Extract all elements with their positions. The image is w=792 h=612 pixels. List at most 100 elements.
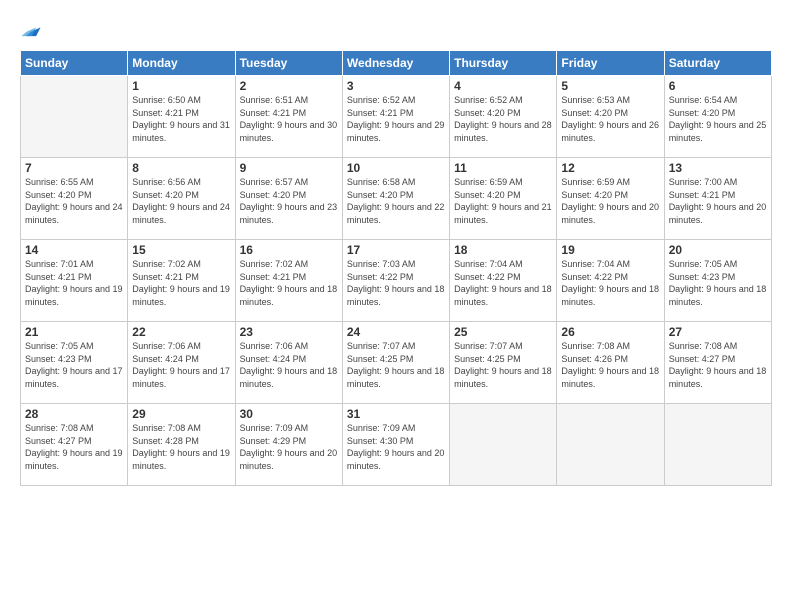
day-number: 6 bbox=[669, 79, 767, 93]
weekday-header-tuesday: Tuesday bbox=[235, 51, 342, 76]
day-info: Sunrise: 7:08 AMSunset: 4:26 PMDaylight:… bbox=[561, 340, 659, 390]
day-cell-19: 19Sunrise: 7:04 AMSunset: 4:22 PMDayligh… bbox=[557, 240, 664, 322]
day-cell-11: 11Sunrise: 6:59 AMSunset: 4:20 PMDayligh… bbox=[450, 158, 557, 240]
day-cell-28: 28Sunrise: 7:08 AMSunset: 4:27 PMDayligh… bbox=[21, 404, 128, 486]
day-number: 23 bbox=[240, 325, 338, 339]
day-number: 25 bbox=[454, 325, 552, 339]
day-number: 7 bbox=[25, 161, 123, 175]
day-info: Sunrise: 7:06 AMSunset: 4:24 PMDaylight:… bbox=[240, 340, 338, 390]
week-row-3: 14Sunrise: 7:01 AMSunset: 4:21 PMDayligh… bbox=[21, 240, 772, 322]
day-info: Sunrise: 6:54 AMSunset: 4:20 PMDaylight:… bbox=[669, 94, 767, 144]
day-number: 26 bbox=[561, 325, 659, 339]
day-cell-13: 13Sunrise: 7:00 AMSunset: 4:21 PMDayligh… bbox=[664, 158, 771, 240]
day-info: Sunrise: 6:56 AMSunset: 4:20 PMDaylight:… bbox=[132, 176, 230, 226]
week-row-2: 7Sunrise: 6:55 AMSunset: 4:20 PMDaylight… bbox=[21, 158, 772, 240]
day-number: 16 bbox=[240, 243, 338, 257]
day-info: Sunrise: 7:02 AMSunset: 4:21 PMDaylight:… bbox=[240, 258, 338, 308]
day-info: Sunrise: 7:08 AMSunset: 4:28 PMDaylight:… bbox=[132, 422, 230, 472]
day-cell-3: 3Sunrise: 6:52 AMSunset: 4:21 PMDaylight… bbox=[342, 76, 449, 158]
day-cell-15: 15Sunrise: 7:02 AMSunset: 4:21 PMDayligh… bbox=[128, 240, 235, 322]
weekday-header-monday: Monday bbox=[128, 51, 235, 76]
day-number: 20 bbox=[669, 243, 767, 257]
day-info: Sunrise: 7:08 AMSunset: 4:27 PMDaylight:… bbox=[669, 340, 767, 390]
day-cell-6: 6Sunrise: 6:54 AMSunset: 4:20 PMDaylight… bbox=[664, 76, 771, 158]
day-cell-12: 12Sunrise: 6:59 AMSunset: 4:20 PMDayligh… bbox=[557, 158, 664, 240]
day-info: Sunrise: 7:01 AMSunset: 4:21 PMDaylight:… bbox=[25, 258, 123, 308]
day-cell-24: 24Sunrise: 7:07 AMSunset: 4:25 PMDayligh… bbox=[342, 322, 449, 404]
day-number: 29 bbox=[132, 407, 230, 421]
day-cell-7: 7Sunrise: 6:55 AMSunset: 4:20 PMDaylight… bbox=[21, 158, 128, 240]
day-cell-4: 4Sunrise: 6:52 AMSunset: 4:20 PMDaylight… bbox=[450, 76, 557, 158]
day-cell-27: 27Sunrise: 7:08 AMSunset: 4:27 PMDayligh… bbox=[664, 322, 771, 404]
day-number: 21 bbox=[25, 325, 123, 339]
weekday-header-saturday: Saturday bbox=[664, 51, 771, 76]
day-number: 22 bbox=[132, 325, 230, 339]
day-number: 28 bbox=[25, 407, 123, 421]
empty-cell bbox=[664, 404, 771, 486]
day-number: 27 bbox=[669, 325, 767, 339]
day-cell-10: 10Sunrise: 6:58 AMSunset: 4:20 PMDayligh… bbox=[342, 158, 449, 240]
day-info: Sunrise: 6:59 AMSunset: 4:20 PMDaylight:… bbox=[454, 176, 552, 226]
day-info: Sunrise: 6:52 AMSunset: 4:21 PMDaylight:… bbox=[347, 94, 445, 144]
empty-cell bbox=[21, 76, 128, 158]
day-info: Sunrise: 6:55 AMSunset: 4:20 PMDaylight:… bbox=[25, 176, 123, 226]
logo-icon bbox=[20, 20, 42, 42]
day-info: Sunrise: 6:51 AMSunset: 4:21 PMDaylight:… bbox=[240, 94, 338, 144]
header bbox=[20, 18, 772, 42]
week-row-1: 1Sunrise: 6:50 AMSunset: 4:21 PMDaylight… bbox=[21, 76, 772, 158]
weekday-header-wednesday: Wednesday bbox=[342, 51, 449, 76]
day-number: 13 bbox=[669, 161, 767, 175]
day-number: 3 bbox=[347, 79, 445, 93]
weekday-header-friday: Friday bbox=[557, 51, 664, 76]
day-number: 9 bbox=[240, 161, 338, 175]
day-cell-5: 5Sunrise: 6:53 AMSunset: 4:20 PMDaylight… bbox=[557, 76, 664, 158]
day-number: 4 bbox=[454, 79, 552, 93]
day-number: 11 bbox=[454, 161, 552, 175]
calendar: SundayMondayTuesdayWednesdayThursdayFrid… bbox=[20, 50, 772, 486]
day-cell-26: 26Sunrise: 7:08 AMSunset: 4:26 PMDayligh… bbox=[557, 322, 664, 404]
day-info: Sunrise: 7:00 AMSunset: 4:21 PMDaylight:… bbox=[669, 176, 767, 226]
day-info: Sunrise: 6:57 AMSunset: 4:20 PMDaylight:… bbox=[240, 176, 338, 226]
day-info: Sunrise: 7:07 AMSunset: 4:25 PMDaylight:… bbox=[347, 340, 445, 390]
day-info: Sunrise: 6:50 AMSunset: 4:21 PMDaylight:… bbox=[132, 94, 230, 144]
week-row-5: 28Sunrise: 7:08 AMSunset: 4:27 PMDayligh… bbox=[21, 404, 772, 486]
day-info: Sunrise: 7:09 AMSunset: 4:30 PMDaylight:… bbox=[347, 422, 445, 472]
day-info: Sunrise: 6:52 AMSunset: 4:20 PMDaylight:… bbox=[454, 94, 552, 144]
page: SundayMondayTuesdayWednesdayThursdayFrid… bbox=[0, 0, 792, 612]
day-number: 12 bbox=[561, 161, 659, 175]
day-number: 30 bbox=[240, 407, 338, 421]
day-info: Sunrise: 7:08 AMSunset: 4:27 PMDaylight:… bbox=[25, 422, 123, 472]
day-number: 17 bbox=[347, 243, 445, 257]
weekday-header-thursday: Thursday bbox=[450, 51, 557, 76]
day-cell-1: 1Sunrise: 6:50 AMSunset: 4:21 PMDaylight… bbox=[128, 76, 235, 158]
day-cell-21: 21Sunrise: 7:05 AMSunset: 4:23 PMDayligh… bbox=[21, 322, 128, 404]
day-info: Sunrise: 7:09 AMSunset: 4:29 PMDaylight:… bbox=[240, 422, 338, 472]
week-row-4: 21Sunrise: 7:05 AMSunset: 4:23 PMDayligh… bbox=[21, 322, 772, 404]
day-info: Sunrise: 7:02 AMSunset: 4:21 PMDaylight:… bbox=[132, 258, 230, 308]
day-cell-22: 22Sunrise: 7:06 AMSunset: 4:24 PMDayligh… bbox=[128, 322, 235, 404]
empty-cell bbox=[557, 404, 664, 486]
day-info: Sunrise: 6:59 AMSunset: 4:20 PMDaylight:… bbox=[561, 176, 659, 226]
day-number: 15 bbox=[132, 243, 230, 257]
day-cell-29: 29Sunrise: 7:08 AMSunset: 4:28 PMDayligh… bbox=[128, 404, 235, 486]
day-number: 10 bbox=[347, 161, 445, 175]
day-info: Sunrise: 7:04 AMSunset: 4:22 PMDaylight:… bbox=[454, 258, 552, 308]
day-cell-20: 20Sunrise: 7:05 AMSunset: 4:23 PMDayligh… bbox=[664, 240, 771, 322]
day-info: Sunrise: 7:06 AMSunset: 4:24 PMDaylight:… bbox=[132, 340, 230, 390]
day-info: Sunrise: 7:05 AMSunset: 4:23 PMDaylight:… bbox=[669, 258, 767, 308]
day-number: 19 bbox=[561, 243, 659, 257]
day-cell-2: 2Sunrise: 6:51 AMSunset: 4:21 PMDaylight… bbox=[235, 76, 342, 158]
day-info: Sunrise: 7:05 AMSunset: 4:23 PMDaylight:… bbox=[25, 340, 123, 390]
day-cell-31: 31Sunrise: 7:09 AMSunset: 4:30 PMDayligh… bbox=[342, 404, 449, 486]
weekday-header-sunday: Sunday bbox=[21, 51, 128, 76]
empty-cell bbox=[450, 404, 557, 486]
day-number: 24 bbox=[347, 325, 445, 339]
day-cell-18: 18Sunrise: 7:04 AMSunset: 4:22 PMDayligh… bbox=[450, 240, 557, 322]
day-cell-16: 16Sunrise: 7:02 AMSunset: 4:21 PMDayligh… bbox=[235, 240, 342, 322]
day-number: 14 bbox=[25, 243, 123, 257]
day-cell-17: 17Sunrise: 7:03 AMSunset: 4:22 PMDayligh… bbox=[342, 240, 449, 322]
day-cell-9: 9Sunrise: 6:57 AMSunset: 4:20 PMDaylight… bbox=[235, 158, 342, 240]
day-number: 31 bbox=[347, 407, 445, 421]
day-info: Sunrise: 7:07 AMSunset: 4:25 PMDaylight:… bbox=[454, 340, 552, 390]
logo bbox=[20, 18, 46, 42]
